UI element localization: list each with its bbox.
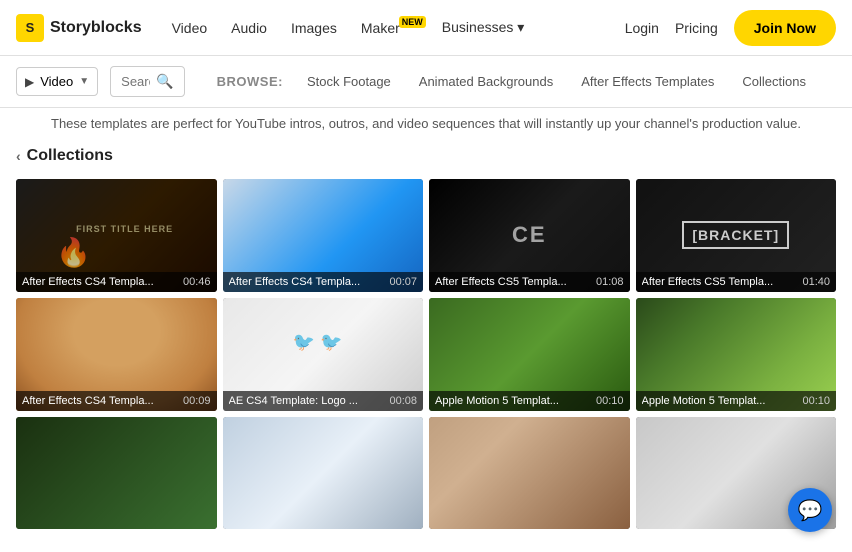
video-title-7: Apple Motion 5 Templat... [435, 395, 559, 407]
video-grid-row3 [16, 417, 836, 530]
video-duration-1: 00:46 [183, 276, 211, 288]
nav-video[interactable]: Video [162, 12, 218, 44]
video-thumb-8[interactable]: Apple Motion 5 Templat... 00:10 [636, 298, 837, 411]
video-thumb-5[interactable]: After Effects CS4 Templa... 00:09 [16, 298, 217, 411]
chevron-left-icon: ‹ [16, 148, 21, 164]
login-link[interactable]: Login [625, 20, 659, 36]
video-duration-6: 00:08 [389, 395, 417, 407]
video-title-3: After Effects CS5 Templa... [435, 276, 567, 288]
video-duration-7: 00:10 [596, 395, 624, 407]
search-type-selector[interactable]: ▶ Video ▼ [16, 67, 98, 96]
join-now-button[interactable]: Join Now [734, 10, 836, 46]
collections-title[interactable]: ‹ Collections [16, 147, 836, 165]
video-duration-8: 00:10 [802, 395, 830, 407]
logo[interactable]: S Storyblocks [16, 14, 142, 42]
logo-icon: S [16, 14, 44, 42]
search-bar: ▶ Video ▼ 🔍 BROWSE: Stock Footage Animat… [0, 56, 852, 108]
video-thumb-10[interactable] [223, 417, 424, 530]
video-title-6: AE CS4 Template: Logo ... [229, 395, 358, 407]
browse-stock-footage[interactable]: Stock Footage [293, 66, 405, 97]
nav-images[interactable]: Images [281, 12, 347, 44]
search-input-wrap: 🔍 [110, 66, 184, 97]
video-thumb-1[interactable]: 🔥 FIRST TITLE HERE After Effects CS4 Tem… [16, 179, 217, 292]
video-duration-2: 00:07 [389, 276, 417, 288]
collections-label: Collections [27, 147, 113, 165]
browse-collections[interactable]: Collections [728, 66, 820, 97]
browse-after-effects[interactable]: After Effects Templates [567, 66, 728, 97]
search-icon[interactable]: 🔍 [156, 73, 173, 90]
video-grid-row2: After Effects CS4 Templa... 00:09 🐦 🐦 AE… [16, 298, 836, 411]
header-right: Login Pricing Join Now [625, 10, 836, 46]
video-duration-5: 00:09 [183, 395, 211, 407]
chat-bubble-button[interactable]: 💬 [788, 488, 832, 532]
video-title-8: Apple Motion 5 Templat... [642, 395, 766, 407]
search-input[interactable] [121, 74, 150, 89]
nav-audio[interactable]: Audio [221, 12, 277, 44]
dropdown-arrow-icon: ▼ [79, 76, 89, 87]
nav-maker[interactable]: Maker NEW [351, 12, 428, 44]
video-thumb-3[interactable]: CE After Effects CS5 Templa... 01:08 [429, 179, 630, 292]
video-title-2: After Effects CS4 Templa... [229, 276, 361, 288]
video-title-4: After Effects CS5 Templa... [642, 276, 774, 288]
video-thumb-7[interactable]: Apple Motion 5 Templat... 00:10 [429, 298, 630, 411]
video-thumb-11[interactable] [429, 417, 630, 530]
video-title-5: After Effects CS4 Templa... [22, 395, 154, 407]
subtitle: These templates are perfect for YouTube … [0, 108, 852, 147]
main-nav: Video Audio Images Maker NEW Businesses … [162, 11, 535, 44]
video-icon: ▶ [25, 75, 34, 89]
collections-section: ‹ Collections 🔥 FIRST TITLE HERE After E… [0, 147, 852, 529]
video-thumb-4[interactable]: [BRACKET] After Effects CS5 Templa... 01… [636, 179, 837, 292]
nav-businesses[interactable]: Businesses ▾ [432, 11, 535, 44]
logo-text: Storyblocks [50, 19, 142, 37]
pricing-link[interactable]: Pricing [675, 20, 718, 36]
video-thumb-9[interactable] [16, 417, 217, 530]
browse-animated-backgrounds[interactable]: Animated Backgrounds [405, 66, 567, 97]
video-grid-row1: 🔥 FIRST TITLE HERE After Effects CS4 Tem… [16, 179, 836, 292]
video-duration-3: 01:08 [596, 276, 624, 288]
header: S Storyblocks Video Audio Images Maker N… [0, 0, 852, 56]
search-type-label: Video [40, 74, 73, 89]
video-thumb-6[interactable]: 🐦 🐦 AE CS4 Template: Logo ... 00:08 [223, 298, 424, 411]
browse-label: BROWSE: [217, 74, 283, 89]
video-thumb-2[interactable]: After Effects CS4 Templa... 00:07 [223, 179, 424, 292]
video-title-1: After Effects CS4 Templa... [22, 276, 154, 288]
new-badge: NEW [399, 16, 426, 28]
video-duration-4: 01:40 [802, 276, 830, 288]
chat-icon: 💬 [798, 498, 823, 523]
browse-bar: BROWSE: Stock Footage Animated Backgroun… [201, 66, 836, 97]
